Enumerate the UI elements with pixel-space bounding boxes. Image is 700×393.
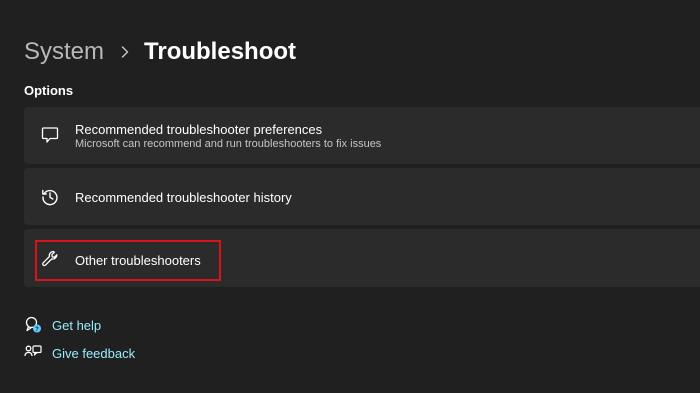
highlight-annotation-box — [35, 240, 221, 281]
give-feedback-link[interactable]: Give feedback — [24, 344, 135, 362]
breadcrumb-parent-system[interactable]: System — [24, 38, 104, 66]
recommended-history-item[interactable]: Recommended troubleshooter history — [24, 168, 700, 225]
recommended-preferences-description: Microsoft can recommend and run troubles… — [75, 138, 382, 150]
recommended-preferences-title: Recommended troubleshooter preferences — [75, 122, 323, 137]
page-title: Troubleshoot — [144, 38, 297, 65]
get-help-label: Get help — [52, 317, 102, 333]
recommended-history-title: Recommended troubleshooter history — [75, 190, 292, 205]
give-feedback-label: Give feedback — [52, 345, 136, 361]
svg-text:?: ? — [35, 327, 39, 333]
get-help-link[interactable]: ? Get help — [24, 316, 101, 334]
history-icon — [42, 189, 58, 206]
options-section-label: Options — [24, 83, 74, 98]
recommended-preferences-item[interactable]: Recommended troubleshooter preferences M… — [24, 107, 700, 164]
get-help-icon: ? — [25, 316, 41, 333]
chat-bubble-icon — [41, 127, 59, 143]
chevron-right-icon — [121, 46, 129, 58]
breadcrumb: System Troubleshoot — [24, 34, 296, 70]
feedback-icon — [24, 345, 42, 357]
